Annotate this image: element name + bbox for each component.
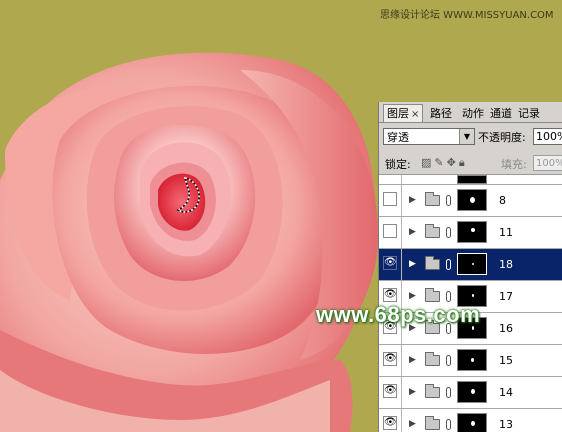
blend-mode-select[interactable]: 穿透 ▼ (383, 128, 475, 145)
tab-history[interactable]: 记录 (515, 105, 543, 122)
blend-opacity-row: 穿透 ▼ 不透明度: 100% (379, 126, 562, 148)
layer-row-selected[interactable]: 👁︎ ▶ 18 (379, 249, 562, 281)
layer-name: 8 (499, 194, 506, 207)
link-icon[interactable] (446, 419, 451, 430)
lock-label: 锁定: (385, 158, 411, 171)
expand-arrow-icon[interactable]: ▶ (409, 419, 416, 429)
column-divider (401, 175, 402, 184)
visibility-toggle[interactable] (383, 224, 397, 238)
column-divider (401, 377, 402, 408)
lock-move-icon[interactable]: ✥ (447, 156, 459, 169)
link-icon[interactable] (446, 259, 451, 270)
layer-name: 18 (499, 258, 513, 271)
layer-mask-thumbnail (457, 381, 487, 403)
folder-icon (425, 192, 440, 206)
blend-mode-value: 穿透 (387, 131, 409, 144)
folder-icon (425, 416, 440, 430)
lock-options: ▨✎✥🔒︎ (421, 156, 468, 170)
folder-icon (425, 256, 440, 270)
opacity-label: 不透明度: (478, 131, 526, 144)
tab-layers-label: 图层 (387, 107, 409, 120)
eye-icon[interactable]: 👁︎ (383, 352, 397, 366)
watermark-top: 思缘设计论坛 WWW.MISSYUAN.COM (380, 10, 554, 21)
link-icon[interactable] (446, 291, 451, 302)
column-divider (401, 185, 402, 216)
column-divider (401, 409, 402, 432)
expand-arrow-icon[interactable]: ▶ (409, 355, 416, 365)
eye-icon[interactable]: 👁︎ (383, 384, 397, 398)
tab-layers[interactable]: 图层 × (383, 104, 424, 122)
expand-arrow-icon[interactable]: ▶ (409, 259, 416, 269)
tab-paths[interactable]: 路径 (427, 105, 455, 122)
panel-tabs: 图层 × 路径 动作 通道 记录 (379, 102, 562, 123)
chevron-down-icon[interactable]: ▼ (459, 129, 474, 144)
folder-icon (425, 384, 440, 398)
layer-mask-thumbnail (457, 175, 487, 184)
link-icon[interactable] (446, 387, 451, 398)
folder-icon (425, 288, 440, 302)
eye-icon[interactable]: 👁︎ (383, 256, 397, 270)
column-divider (401, 345, 402, 376)
lock-brush-icon[interactable]: ✎ (434, 156, 446, 169)
fill-label: 填充: (501, 158, 527, 171)
layer-mask-thumbnail (457, 349, 487, 371)
lock-all-icon[interactable]: 🔒︎ (459, 156, 468, 169)
link-icon[interactable] (446, 355, 451, 366)
layer-name: 15 (499, 354, 513, 367)
layer-name: 16 (499, 322, 513, 335)
folder-icon (425, 352, 440, 366)
layer-row[interactable]: 👁︎ ▶ 15 (379, 345, 562, 377)
layer-mask-thumbnail (457, 413, 487, 432)
layer-mask-thumbnail (457, 221, 487, 243)
column-divider (401, 217, 402, 248)
expand-arrow-icon[interactable]: ▶ (409, 227, 416, 237)
layer-row[interactable]: ▶ 8 (379, 185, 562, 217)
link-icon[interactable] (446, 227, 451, 238)
eye-icon[interactable]: 👁︎ (383, 288, 397, 302)
close-icon[interactable]: × (411, 109, 419, 120)
folder-icon (425, 224, 440, 238)
layer-name: 14 (499, 386, 513, 399)
expand-arrow-icon[interactable]: ▶ (409, 195, 416, 205)
tab-actions[interactable]: 动作 (459, 105, 487, 122)
lock-fill-row: 锁定: ▨✎✥🔒︎ 填充: 100% (379, 152, 562, 175)
layer-mask-thumbnail (457, 253, 487, 275)
layer-row[interactable]: ▶ 11 (379, 217, 562, 249)
layer-row[interactable]: 👁︎ ▶ 13 (379, 409, 562, 432)
lock-transparency-icon[interactable]: ▨ (421, 156, 434, 169)
opacity-input[interactable]: 100% (533, 128, 562, 145)
layer-name: 17 (499, 290, 513, 303)
link-icon[interactable] (446, 195, 451, 206)
tab-channels[interactable]: 通道 (487, 105, 515, 122)
layer-name: 13 (499, 418, 513, 431)
fill-input[interactable]: 100% (533, 155, 562, 171)
expand-arrow-icon[interactable]: ▶ (409, 291, 416, 301)
layer-row[interactable]: 👁︎ ▶ 14 (379, 377, 562, 409)
layer-name: 11 (499, 226, 513, 239)
layer-mask-thumbnail (457, 189, 487, 211)
visibility-toggle[interactable] (383, 192, 397, 206)
layers-panel: 图层× 路径 动作 通道 记录 穿透 ▼ 不透明度: 100% 锁定: ▨✎✥🔒… (378, 102, 562, 432)
column-divider (401, 249, 402, 280)
eye-icon[interactable]: 👁︎ (383, 416, 397, 430)
expand-arrow-icon[interactable]: ▶ (409, 387, 416, 397)
watermark-site: www.68ps.com (316, 302, 481, 327)
layer-row-partial[interactable] (379, 175, 562, 185)
